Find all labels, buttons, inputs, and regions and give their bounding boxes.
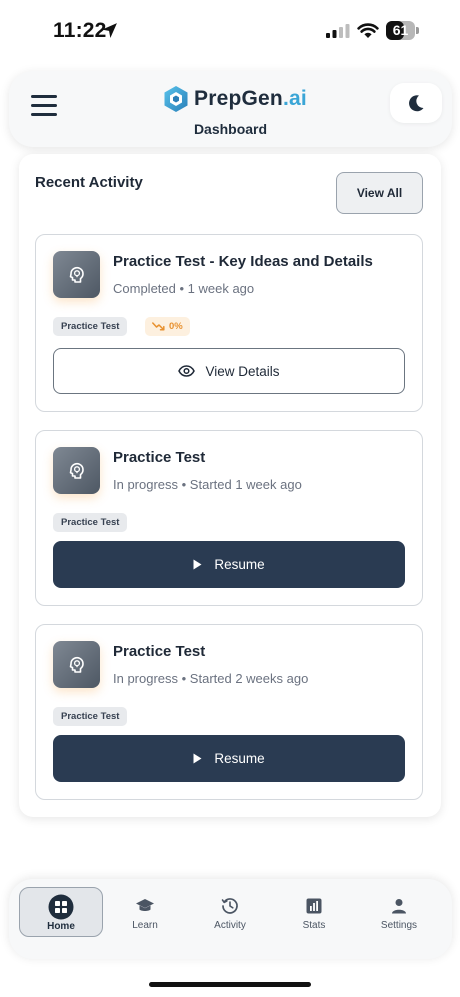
play-icon (193, 559, 202, 570)
nav-label: Activity (214, 920, 246, 931)
activity-card: Practice Test In progress • Started 2 we… (35, 624, 423, 800)
activity-thumbnail (53, 447, 100, 494)
activity-title: Practice Test (113, 449, 206, 466)
nav-label: Home (47, 921, 75, 932)
battery-cap (416, 27, 419, 34)
theme-toggle-button[interactable] (390, 83, 442, 123)
location-arrow-icon (102, 23, 117, 38)
moon-icon (409, 95, 424, 112)
view-all-button[interactable]: View All (336, 172, 423, 214)
graduation-cap-icon (103, 895, 187, 917)
bar-chart-icon (272, 895, 356, 917)
head-lightbulb-icon (69, 266, 84, 283)
score-badge: 0% (145, 317, 190, 336)
recent-activity-panel: Recent Activity View All Practice Test -… (19, 154, 441, 817)
status-time: 11:22 (53, 19, 107, 42)
nav-label: Learn (132, 920, 158, 931)
nav-settings[interactable]: Settings (357, 887, 441, 937)
activity-status: In progress • Started 1 week ago (113, 477, 302, 492)
resume-button[interactable]: Resume (53, 735, 405, 782)
activity-card: Practice Test In progress • Started 1 we… (35, 430, 423, 606)
app-header: PrepGen.ai Dashboard (9, 71, 452, 147)
activity-title: Practice Test - Key Ideas and Details (113, 253, 373, 270)
eye-icon (178, 365, 196, 377)
prepgen-logo-icon (164, 86, 188, 112)
logo-main-text: PrepGen (194, 87, 283, 110)
resume-button[interactable]: Resume (53, 541, 405, 588)
activity-card: Practice Test - Key Ideas and Details Co… (35, 234, 423, 412)
section-title: Recent Activity (35, 174, 143, 191)
view-details-button[interactable]: View Details (53, 348, 405, 394)
page-title: Dashboard (193, 121, 268, 137)
head-lightbulb-icon (69, 656, 84, 673)
nav-stats[interactable]: Stats (272, 887, 356, 937)
activity-title: Practice Test (113, 643, 206, 660)
home-indicator (149, 982, 311, 987)
activity-status: Completed • 1 week ago (113, 281, 255, 296)
logo-text: PrepGen.ai (194, 87, 307, 111)
activity-type-tag: Practice Test (53, 513, 128, 532)
activity-thumbnail (53, 251, 100, 298)
bottom-navigation: Home Learn Activity Stats Settings (9, 879, 452, 959)
nav-learn[interactable]: Learn (103, 887, 187, 937)
view-details-label: View Details (205, 363, 280, 379)
nav-label: Settings (380, 920, 418, 931)
head-lightbulb-icon (69, 462, 84, 479)
nav-home[interactable]: Home (19, 887, 103, 937)
user-icon (357, 895, 441, 917)
battery-indicator: 61 (386, 21, 419, 40)
activity-type-tag: Practice Test (53, 317, 128, 336)
hamburger-menu-icon (31, 104, 57, 107)
history-icon (188, 895, 272, 917)
activity-thumbnail (53, 641, 100, 688)
menu-button[interactable] (29, 93, 59, 119)
resume-label: Resume (214, 751, 265, 766)
nav-label: Stats (302, 920, 326, 931)
resume-label: Resume (214, 557, 265, 572)
hamburger-menu-icon (31, 113, 57, 116)
activity-status: In progress • Started 2 weeks ago (113, 671, 309, 686)
play-icon (193, 753, 202, 764)
trending-down-icon (152, 322, 165, 331)
logo-suffix-text: .ai (282, 87, 307, 110)
home-grid-icon (20, 894, 102, 920)
nav-activity[interactable]: Activity (188, 887, 272, 937)
cellular-signal-icon (326, 24, 350, 38)
activity-type-tag: Practice Test (53, 707, 128, 726)
hamburger-menu-icon (31, 95, 57, 98)
score-value: 0% (169, 321, 183, 332)
prepgen-logo: PrepGen.ai (163, 84, 307, 114)
status-bar: 11:22 61 (0, 0, 460, 60)
wifi-icon (357, 23, 379, 38)
battery-level: 61 (392, 22, 409, 38)
